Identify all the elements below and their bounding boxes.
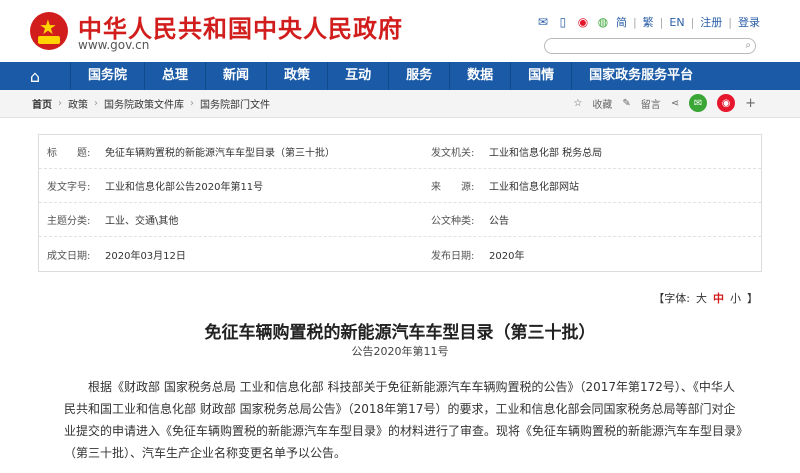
site-header: ★ 中华人民共和国中央人民政府 www.gov.cn ✉ ▯ ◉ ◍ 简 | 繁… [0, 0, 800, 62]
font-size-selector: 【字体: 大 中 小 】 [653, 290, 758, 306]
meta-value: 工业和信息化部网站 [489, 182, 579, 193]
nav-item-policy[interactable]: 政策 [266, 62, 327, 90]
comment-label[interactable]: 留言 [641, 96, 661, 111]
meta-label: 公文种类: [431, 216, 475, 227]
nav-item-interaction[interactable]: 互动 [327, 62, 388, 90]
document-title: 免征车辆购置税的新能源汽车车型目录（第三十批） [204, 323, 596, 343]
document-number: 公告2020年第11号 [351, 345, 449, 358]
chevron-right-icon: › [190, 98, 194, 109]
breadcrumb-policy-library[interactable]: 国务院政策文件库 [104, 96, 184, 111]
nav-item-service-platform[interactable]: 国家政务服务平台 [571, 62, 710, 90]
national-emblem-icon[interactable]: ★ [30, 12, 68, 50]
link-register[interactable]: 注册 [700, 14, 722, 30]
share-icon[interactable]: ⋖ [671, 98, 679, 109]
font-size-close-bracket: 】 [747, 292, 758, 305]
font-size-medium[interactable]: 中 [713, 290, 724, 306]
font-size-large[interactable]: 大 [696, 290, 707, 306]
weibo-icon[interactable]: ◉ [576, 15, 590, 29]
document-metadata-table: 标 题: 免征车辆购置税的新能源汽车车型目录（第三十批） 发文机关: 工业和信息化部… [38, 134, 762, 272]
breadcrumb: 首页 › 政策 › 国务院政策文件库 › 国务院部门文件 ☆ 收藏 ✎ 留言 ⋖… [0, 90, 800, 118]
chevron-right-icon: › [58, 98, 62, 109]
nav-item-data[interactable]: 数据 [449, 62, 510, 90]
top-links: ✉ ▯ ◉ ◍ 简 | 繁 | EN | 注册 | 登录 [536, 14, 760, 30]
plus-icon[interactable]: + [745, 96, 756, 111]
chevron-right-icon: › [94, 98, 98, 109]
meta-row: 主题分类: 工业、交通\其他 公文种类: 公告 [39, 203, 761, 237]
comment-icon[interactable]: ✎ [622, 98, 630, 109]
main-nav: ⌂ 国务院 总理 新闻 政策 互动 服务 数据 国情 国家政务服务平台 [0, 62, 800, 90]
meta-row: 发文字号: 工业和信息化部公告2020年第11号 来 源: 工业和信息化部网站 [39, 169, 761, 203]
search-input[interactable]: ⌕ [544, 38, 756, 54]
meta-value: 工业和信息化部公告2020年第11号 [105, 182, 264, 193]
home-gate-icon[interactable]: ⌂ [0, 62, 70, 90]
wechat-icon[interactable]: ◍ [596, 15, 610, 29]
meta-row: 标 题: 免征车辆购置税的新能源汽车车型目录（第三十批） 发文机关: 工业和信息化部… [39, 135, 761, 169]
meta-value: 工业、交通\其他 [105, 216, 179, 227]
link-simplified[interactable]: 简 [616, 14, 627, 30]
nav-item-national-info[interactable]: 国情 [510, 62, 571, 90]
link-english[interactable]: EN [669, 16, 684, 29]
font-size-small[interactable]: 小 [730, 290, 741, 306]
nav-item-state-council[interactable]: 国务院 [70, 62, 144, 90]
site-url: www.gov.cn [78, 38, 150, 52]
meta-value: 免征车辆购置税的新能源汽车车型目录（第三十批） [105, 148, 335, 159]
breadcrumb-department-docs[interactable]: 国务院部门文件 [200, 96, 270, 111]
phone-icon[interactable]: ▯ [556, 15, 570, 29]
breadcrumb-policy[interactable]: 政策 [68, 96, 88, 111]
link-login[interactable]: 登录 [738, 14, 760, 30]
meta-value: 2020年03月12日 [105, 250, 186, 262]
breadcrumb-home[interactable]: 首页 [32, 96, 52, 111]
mail-icon[interactable]: ✉ [536, 15, 550, 29]
nav-item-premier[interactable]: 总理 [144, 62, 205, 90]
nav-item-services[interactable]: 服务 [388, 62, 449, 90]
favorite-label[interactable]: 收藏 [592, 96, 612, 111]
meta-label: 标 题: [47, 148, 91, 159]
meta-value: 工业和信息化部 税务总局 [489, 148, 603, 159]
font-size-label: 【字体: [653, 292, 690, 305]
meta-value: 2020年 [489, 250, 525, 262]
meta-label: 发布日期: [431, 250, 475, 262]
meta-value: 公告 [489, 216, 509, 227]
meta-row: 成文日期: 2020年03月12日 发布日期: 2020年 [39, 237, 761, 271]
document-body-paragraph: 根据《财政部 国家税务总局 工业和信息化部 科技部关于免征新能源汽车车辆购置税的… [64, 380, 743, 460]
nav-item-news[interactable]: 新闻 [205, 62, 266, 90]
link-traditional[interactable]: 繁 [643, 14, 654, 30]
search-icon[interactable]: ⌕ [745, 40, 751, 51]
weibo-share-icon[interactable]: ◉ [717, 94, 736, 112]
meta-label: 来 源: [431, 182, 475, 193]
meta-label: 主题分类: [47, 216, 91, 227]
wechat-share-icon[interactable]: ✉ [689, 94, 708, 112]
meta-label: 发文机关: [431, 148, 475, 159]
favorite-icon[interactable]: ☆ [573, 98, 582, 109]
article-tools: ☆ 收藏 ✎ 留言 ⋖ ✉ ◉ + [573, 94, 756, 112]
meta-label: 成文日期: [47, 250, 91, 262]
meta-label: 发文字号: [47, 182, 91, 193]
